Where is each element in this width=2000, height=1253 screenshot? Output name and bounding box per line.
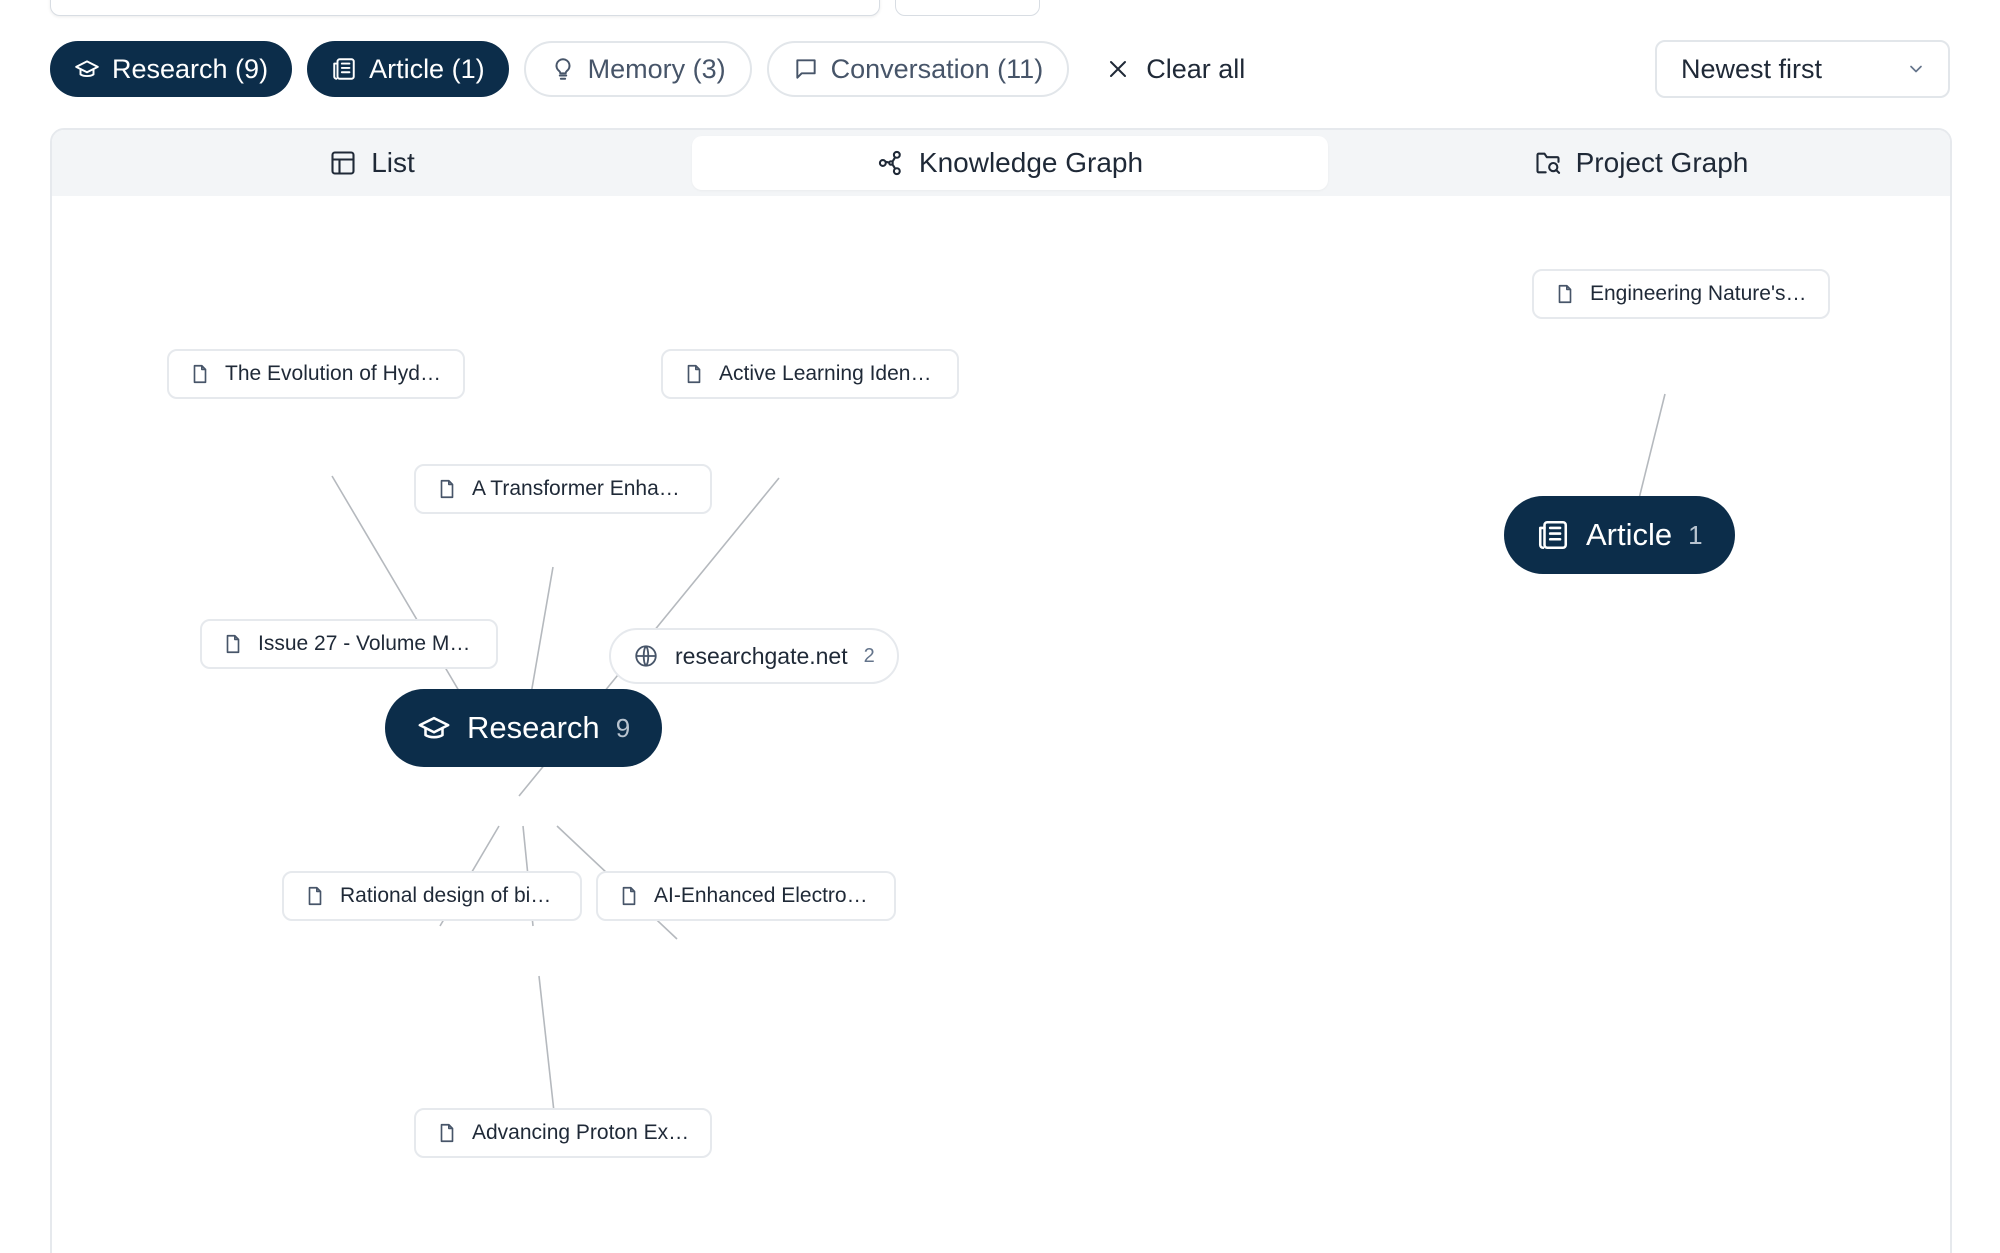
graph-nodes-icon [878, 150, 901, 176]
file-icon [687, 364, 701, 384]
document-title: Engineering Nature's … [1590, 282, 1808, 305]
file-icon [226, 634, 240, 654]
graph-node-document[interactable]: Issue 27 - Volume M… [200, 619, 498, 669]
message-square-icon [795, 59, 816, 79]
globe-icon [635, 645, 657, 667]
close-icon [1110, 61, 1127, 77]
document-title: The Evolution of Hydr… [225, 362, 443, 385]
graph-node-document[interactable]: The Evolution of Hydr… [167, 349, 465, 399]
view-tab-bar: List Knowledge Graph Project Graph [52, 130, 1950, 196]
file-icon [440, 1123, 454, 1143]
filter-chip-label: Research (9) [112, 53, 269, 84]
file-icon [308, 886, 322, 906]
graph-hub-article[interactable]: Article 1 [1504, 496, 1735, 574]
graph-node-domain[interactable]: researchgate.net 2 [609, 628, 899, 684]
hub-label: Research [467, 710, 600, 745]
graph-node-document[interactable]: AI-Enhanced Electroc… [596, 871, 896, 921]
filter-chip-row: Research (9) Article (1) Memory (3) Conv… [50, 41, 1245, 97]
tab-label: List [371, 147, 415, 178]
graph-node-document[interactable]: Rational design of bio… [282, 871, 582, 921]
hub-count: 9 [615, 712, 631, 743]
lightbulb-icon [555, 58, 571, 80]
document-title: Active Learning Identi… [719, 362, 937, 385]
filter-chip-memory[interactable]: Memory (3) [523, 41, 752, 97]
tab-label: Project Graph [1575, 147, 1749, 178]
graph-node-document[interactable]: Advancing Proton Ex… [414, 1108, 712, 1158]
document-title: A Transformer Enhan… [472, 477, 690, 500]
tab-label: Knowledge Graph [918, 147, 1144, 178]
document-title: Issue 27 - Volume M… [258, 632, 471, 655]
hub-label: Article [1586, 517, 1673, 552]
newspaper-icon [333, 58, 355, 80]
domain-count: 2 [863, 644, 875, 667]
document-title: AI-Enhanced Electroc… [654, 884, 874, 907]
clear-all-button[interactable]: Clear all [1106, 54, 1245, 85]
filter-chip-research[interactable]: Research (9) [50, 41, 293, 97]
graph-node-document[interactable]: A Transformer Enhan… [414, 464, 712, 514]
clear-all-label: Clear all [1146, 53, 1246, 84]
graduation-cap-icon [75, 60, 99, 78]
filter-chip-article[interactable]: Article (1) [307, 41, 509, 97]
graduation-cap-icon [418, 716, 450, 739]
file-icon [1558, 284, 1572, 304]
graph-hub-research[interactable]: Research 9 [385, 689, 663, 767]
sort-select[interactable]: Newest first [1655, 40, 1950, 98]
domain-label: researchgate.net [675, 642, 848, 669]
filter-chip-label: Conversation (11) [830, 53, 1044, 84]
table-icon [331, 151, 355, 175]
results-panel: List Knowledge Graph Project Graph The E… [50, 128, 1952, 1253]
file-icon [622, 886, 636, 906]
tab-list[interactable]: List [52, 136, 692, 190]
filter-chip-conversation[interactable]: Conversation (11) [766, 41, 1070, 97]
document-title: Rational design of bio… [340, 884, 560, 907]
tab-project-graph[interactable]: Project Graph [1328, 136, 1950, 190]
file-icon [440, 479, 454, 499]
document-title: Advancing Proton Ex… [472, 1121, 690, 1144]
graph-node-document[interactable]: Active Learning Identi… [661, 349, 959, 399]
search-bar[interactable] [50, 0, 880, 16]
folder-search-icon [1536, 152, 1560, 174]
newspaper-icon [1538, 520, 1568, 550]
search-action-button[interactable] [895, 0, 1040, 16]
hub-count: 1 [1688, 519, 1703, 550]
knowledge-graph-canvas[interactable]: The Evolution of Hydr… Active Learning I… [52, 196, 1950, 1253]
sort-selected-value: Newest first [1681, 53, 1823, 84]
tab-knowledge-graph[interactable]: Knowledge Graph [692, 136, 1328, 190]
chevron-down-icon [1910, 65, 1922, 73]
file-icon [193, 364, 207, 384]
graph-node-document[interactable]: Engineering Nature's … [1532, 269, 1830, 319]
filter-chip-label: Article (1) [369, 53, 485, 84]
filter-chip-label: Memory (3) [587, 53, 726, 84]
